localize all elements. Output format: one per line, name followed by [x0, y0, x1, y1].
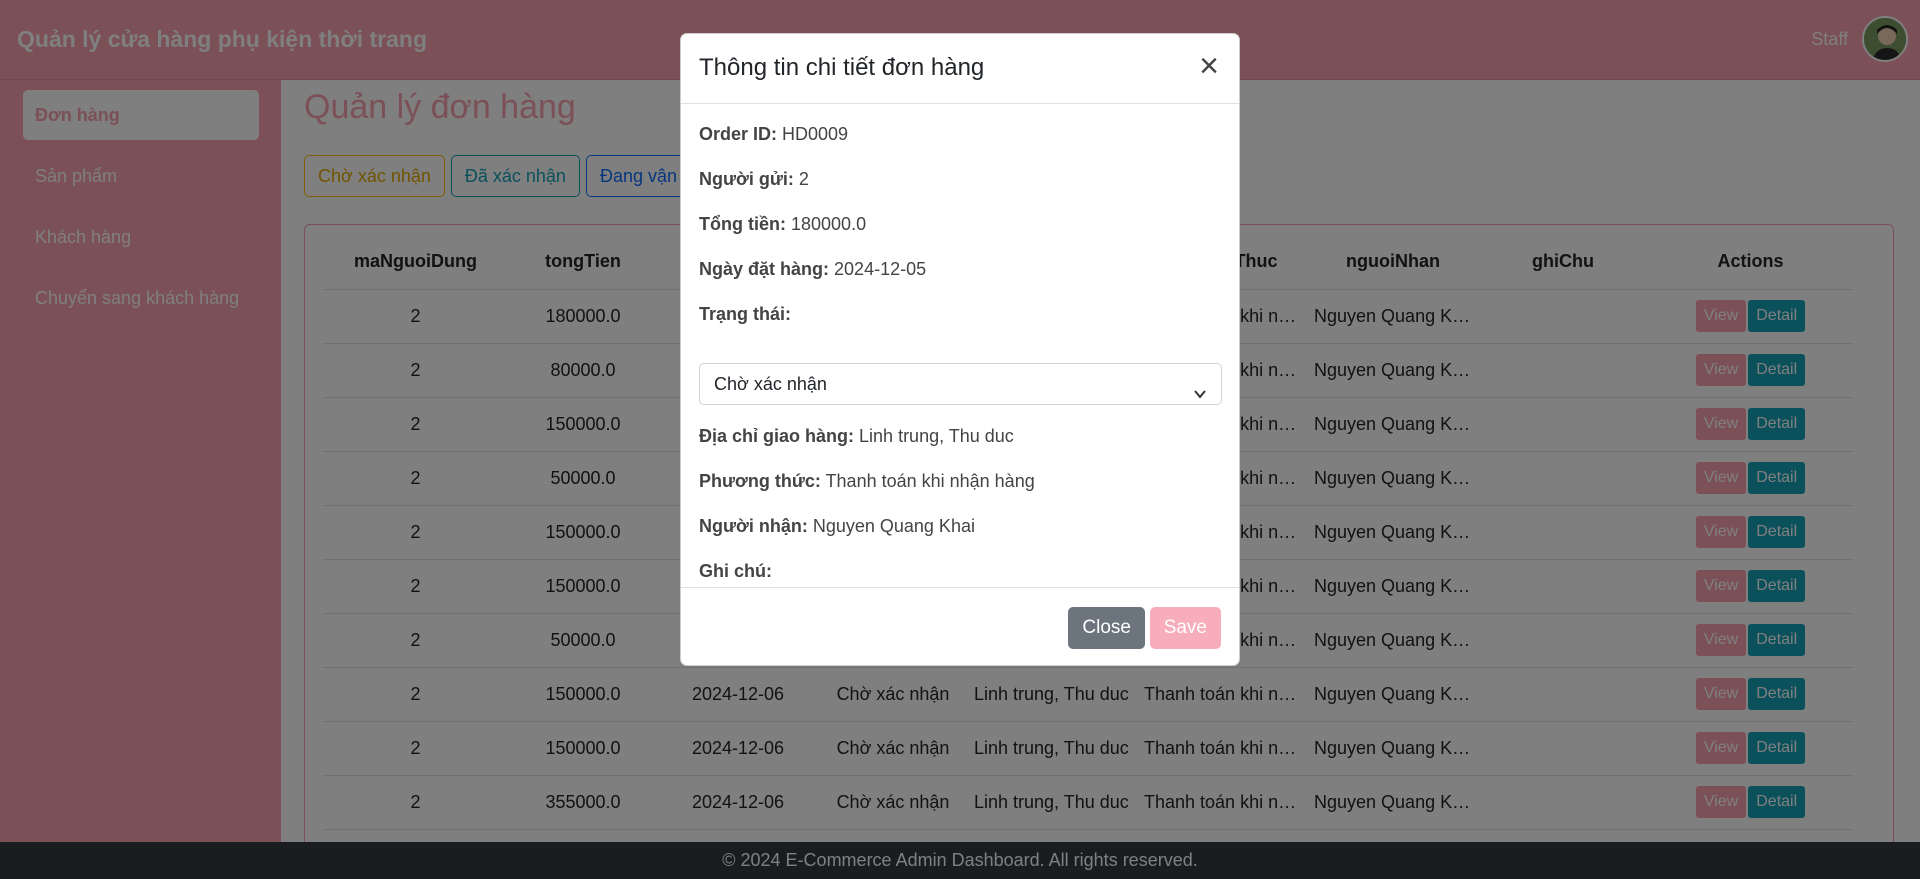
method-row: Phương thức: Thanh toán khi nhận hàng [699, 459, 1035, 504]
modal-header: Thông tin chi tiết đơn hàng × [681, 34, 1239, 104]
total-label: Tổng tiền: [699, 214, 786, 234]
order-detail-modal: Thông tin chi tiết đơn hàng × Order ID: … [680, 33, 1240, 666]
close-button[interactable]: Close [1068, 607, 1145, 649]
order-id-label: Order ID: [699, 124, 778, 144]
close-icon[interactable]: × [1193, 49, 1225, 84]
modal-footer: Close Save [681, 587, 1239, 665]
address-row: Địa chỉ giao hàng: Linh trung, Thu duc [699, 414, 1014, 459]
status-select[interactable]: Chờ xác nhận [699, 363, 1222, 405]
method-value: Thanh toán khi nhận hàng [825, 471, 1035, 491]
date-label: Ngày đặt hàng: [699, 259, 830, 279]
sender-value: 2 [798, 169, 809, 189]
sender-row: Người gửi: 2 [699, 157, 809, 202]
date-row: Ngày đặt hàng: 2024-12-05 [699, 247, 926, 292]
order-id-row: Order ID: HD0009 [699, 112, 848, 157]
chevron-down-icon [1193, 376, 1207, 416]
date-value: 2024-12-05 [834, 259, 927, 279]
order-id-value: HD0009 [782, 124, 849, 144]
status-row: Trạng thái: [699, 292, 791, 337]
save-button[interactable]: Save [1149, 607, 1221, 649]
note-label: Ghi chú: [699, 561, 772, 581]
method-label: Phương thức: [699, 471, 821, 491]
receiver-label: Người nhận: [699, 516, 808, 536]
receiver-row: Người nhận: Nguyen Quang Khai [699, 504, 975, 549]
address-value: Linh trung, Thu duc [859, 426, 1014, 446]
total-value: 180000.0 [791, 214, 867, 234]
total-row: Tổng tiền: 180000.0 [699, 202, 866, 247]
status-select-value: Chờ xác nhận [714, 374, 827, 394]
address-label: Địa chỉ giao hàng: [699, 426, 855, 446]
modal-title: Thông tin chi tiết đơn hàng [699, 54, 985, 81]
receiver-value: Nguyen Quang Khai [812, 516, 975, 536]
status-label: Trạng thái: [699, 304, 792, 324]
sender-label: Người gửi: [699, 169, 794, 189]
